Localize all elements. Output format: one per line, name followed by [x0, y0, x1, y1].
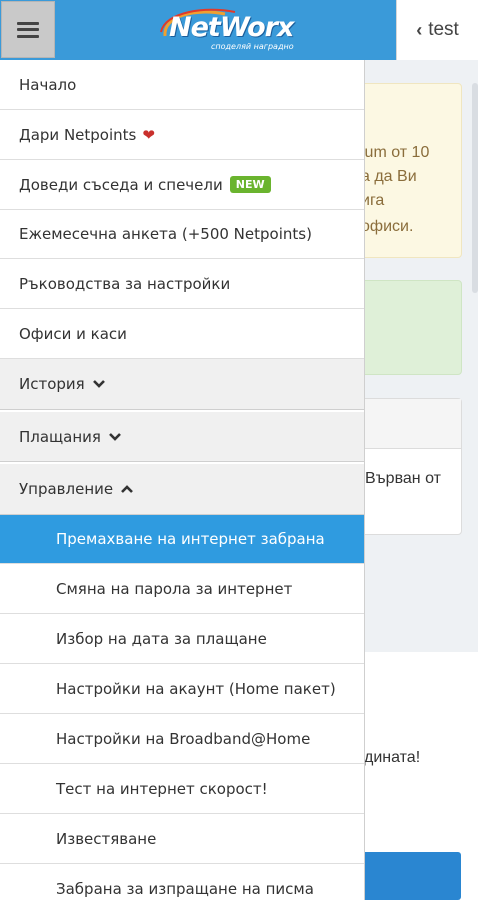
menu-item-offices[interactable]: Офиси и каси: [0, 309, 364, 359]
submenu-item-label: Тест на интернет скорост!: [56, 779, 268, 798]
logo-text: NetWorx: [169, 12, 294, 43]
submenu-item-broadband-settings[interactable]: Настройки на Broadband@Home: [0, 714, 364, 764]
alert-line: ium от 10: [361, 144, 430, 161]
menu-item-label: Дари Netpoints: [19, 125, 137, 144]
menu-group-label: История: [19, 375, 85, 393]
scrollbar[interactable]: [472, 83, 478, 293]
submenu-item-speed-test[interactable]: Тест на интернет скорост!: [0, 764, 364, 814]
submenu-item-notifications[interactable]: Известяване: [0, 814, 364, 864]
submenu-item-label: Смяна на парола за интернет: [56, 579, 293, 598]
submenu-item-payment-date[interactable]: Избор на дата за плащане: [0, 614, 364, 664]
menu-item-donate-netpoints[interactable]: Дари Netpoints ❤: [0, 110, 364, 160]
alert-line: а да Ви: [361, 168, 417, 185]
alert-line: офиси.: [361, 218, 414, 235]
chevron-left-icon: ‹: [416, 19, 423, 40]
submenu-item-label: Известяване: [56, 829, 157, 848]
menu-item-label: Ежемесечна анкета (+500 Netpoints): [19, 225, 312, 243]
top-bar: NetWorx споделяй наградно ‹ test: [0, 0, 478, 60]
chevron-down-icon: [109, 432, 121, 441]
submenu-item-label: Забрана за изпращане на писма: [56, 879, 314, 898]
menu-item-label: Доведи съседа и спечели: [19, 175, 223, 194]
test-label: test: [428, 19, 459, 40]
menu-group-label: Плащания: [19, 427, 101, 446]
menu-item-home[interactable]: Начало: [0, 60, 364, 110]
test-back-button[interactable]: ‹ test: [396, 0, 478, 60]
submenu-item-account-settings[interactable]: Настройки на акаунт (Home пакет): [0, 664, 364, 714]
hamburger-icon: [17, 21, 39, 38]
submenu-item-label: Избор на дата за плащане: [56, 629, 267, 648]
heart-icon: ❤: [142, 125, 155, 144]
menu-group-payments[interactable]: Плащания: [0, 412, 364, 462]
submenu-item-label: Настройки на Broadband@Home: [56, 729, 311, 748]
submenu-item-remove-internet-ban[interactable]: Премахване на интернет забрана: [0, 515, 364, 564]
menu-item-setup-guides[interactable]: Ръководства за настройки: [0, 259, 364, 309]
menu-item-label: Ръководства за настройки: [19, 274, 231, 293]
chevron-down-icon: [92, 380, 105, 388]
submenu-item-block-emails[interactable]: Забрана за изпращане на писма: [0, 864, 364, 900]
section-text: дината!: [364, 749, 421, 766]
menu-item-refer-neighbor[interactable]: Доведи съседа и спечели NEW: [0, 160, 364, 210]
navigation-drawer: Начало Дари Netpoints ❤ Доведи съседа и …: [0, 60, 365, 900]
submenu-item-label: Настройки на акаунт (Home пакет): [56, 679, 336, 698]
networx-logo[interactable]: NetWorx споделяй наградно: [155, 6, 305, 54]
logo-tagline: споделяй наградно: [211, 42, 294, 51]
menu-group-history[interactable]: История: [0, 359, 364, 410]
menu-item-label: Начало: [19, 75, 77, 94]
submenu-item-label: Премахване на интернет забрана: [56, 530, 325, 548]
menu-item-label: Офиси и каси: [19, 324, 127, 343]
chevron-up-icon: [121, 485, 134, 493]
panel-text: Върван от: [365, 470, 441, 487]
new-badge: NEW: [229, 176, 271, 193]
submenu-item-change-internet-password[interactable]: Смяна на парола за интернет: [0, 564, 364, 614]
menu-group-management[interactable]: Управление: [0, 464, 364, 515]
menu-item-monthly-survey[interactable]: Ежемесечна анкета (+500 Netpoints): [0, 210, 364, 259]
menu-group-label: Управление: [19, 480, 114, 498]
menu-toggle-button[interactable]: [1, 1, 55, 58]
